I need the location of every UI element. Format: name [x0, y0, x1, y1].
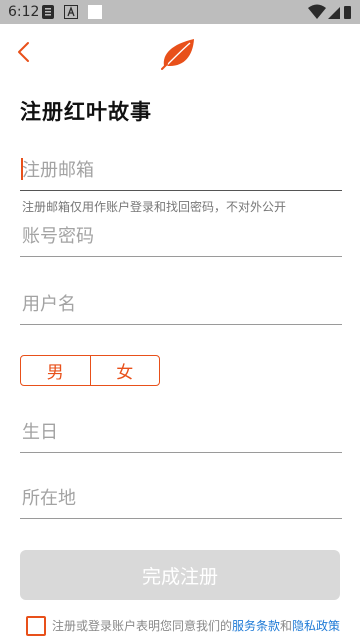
username-field[interactable] [20, 284, 342, 325]
gender-selector: 男 女 [20, 355, 160, 386]
battery-icon [344, 6, 351, 19]
email-field[interactable] [20, 150, 342, 191]
system-status-icons [308, 4, 351, 19]
page-title: 注册红叶故事 [20, 100, 152, 124]
red-leaf-logo-icon [161, 39, 194, 70]
terms-of-service-link[interactable]: 服务条款 [232, 619, 280, 633]
agreement-text: 注册或登录账户表明您同意我们的服务条款和隐私政策 [52, 617, 340, 634]
email-hint: 注册邮箱仅用作账户登录和找回密码，不对外公开 [22, 200, 287, 214]
location-field[interactable] [20, 478, 342, 519]
back-arrow-icon[interactable] [10, 38, 38, 66]
password-field[interactable] [20, 216, 342, 257]
gender-female-option[interactable]: 女 [89, 356, 160, 385]
status-bar: 6:12 [0, 0, 360, 24]
notification-icon [42, 5, 54, 19]
blank-square-icon [88, 5, 102, 19]
wifi-icon [308, 4, 326, 19]
status-time: 6:12 [8, 4, 40, 20]
agreement-prefix: 注册或登录账户表明您同意我们的 [52, 619, 233, 633]
agreement-and: 和 [280, 619, 293, 633]
complete-registration-button[interactable]: 完成注册 [20, 550, 340, 600]
gender-male-option[interactable]: 男 [21, 356, 90, 385]
agreement-checkbox[interactable] [26, 616, 46, 636]
birthday-field[interactable] [20, 412, 342, 453]
text-cursor [21, 158, 23, 180]
signal-icon [328, 7, 340, 19]
agreement-row: 注册或登录账户表明您同意我们的服务条款和隐私政策 [26, 615, 356, 637]
text-input-icon [64, 5, 78, 19]
toolbar [0, 24, 360, 80]
privacy-policy-link[interactable]: 隐私政策 [292, 619, 340, 633]
